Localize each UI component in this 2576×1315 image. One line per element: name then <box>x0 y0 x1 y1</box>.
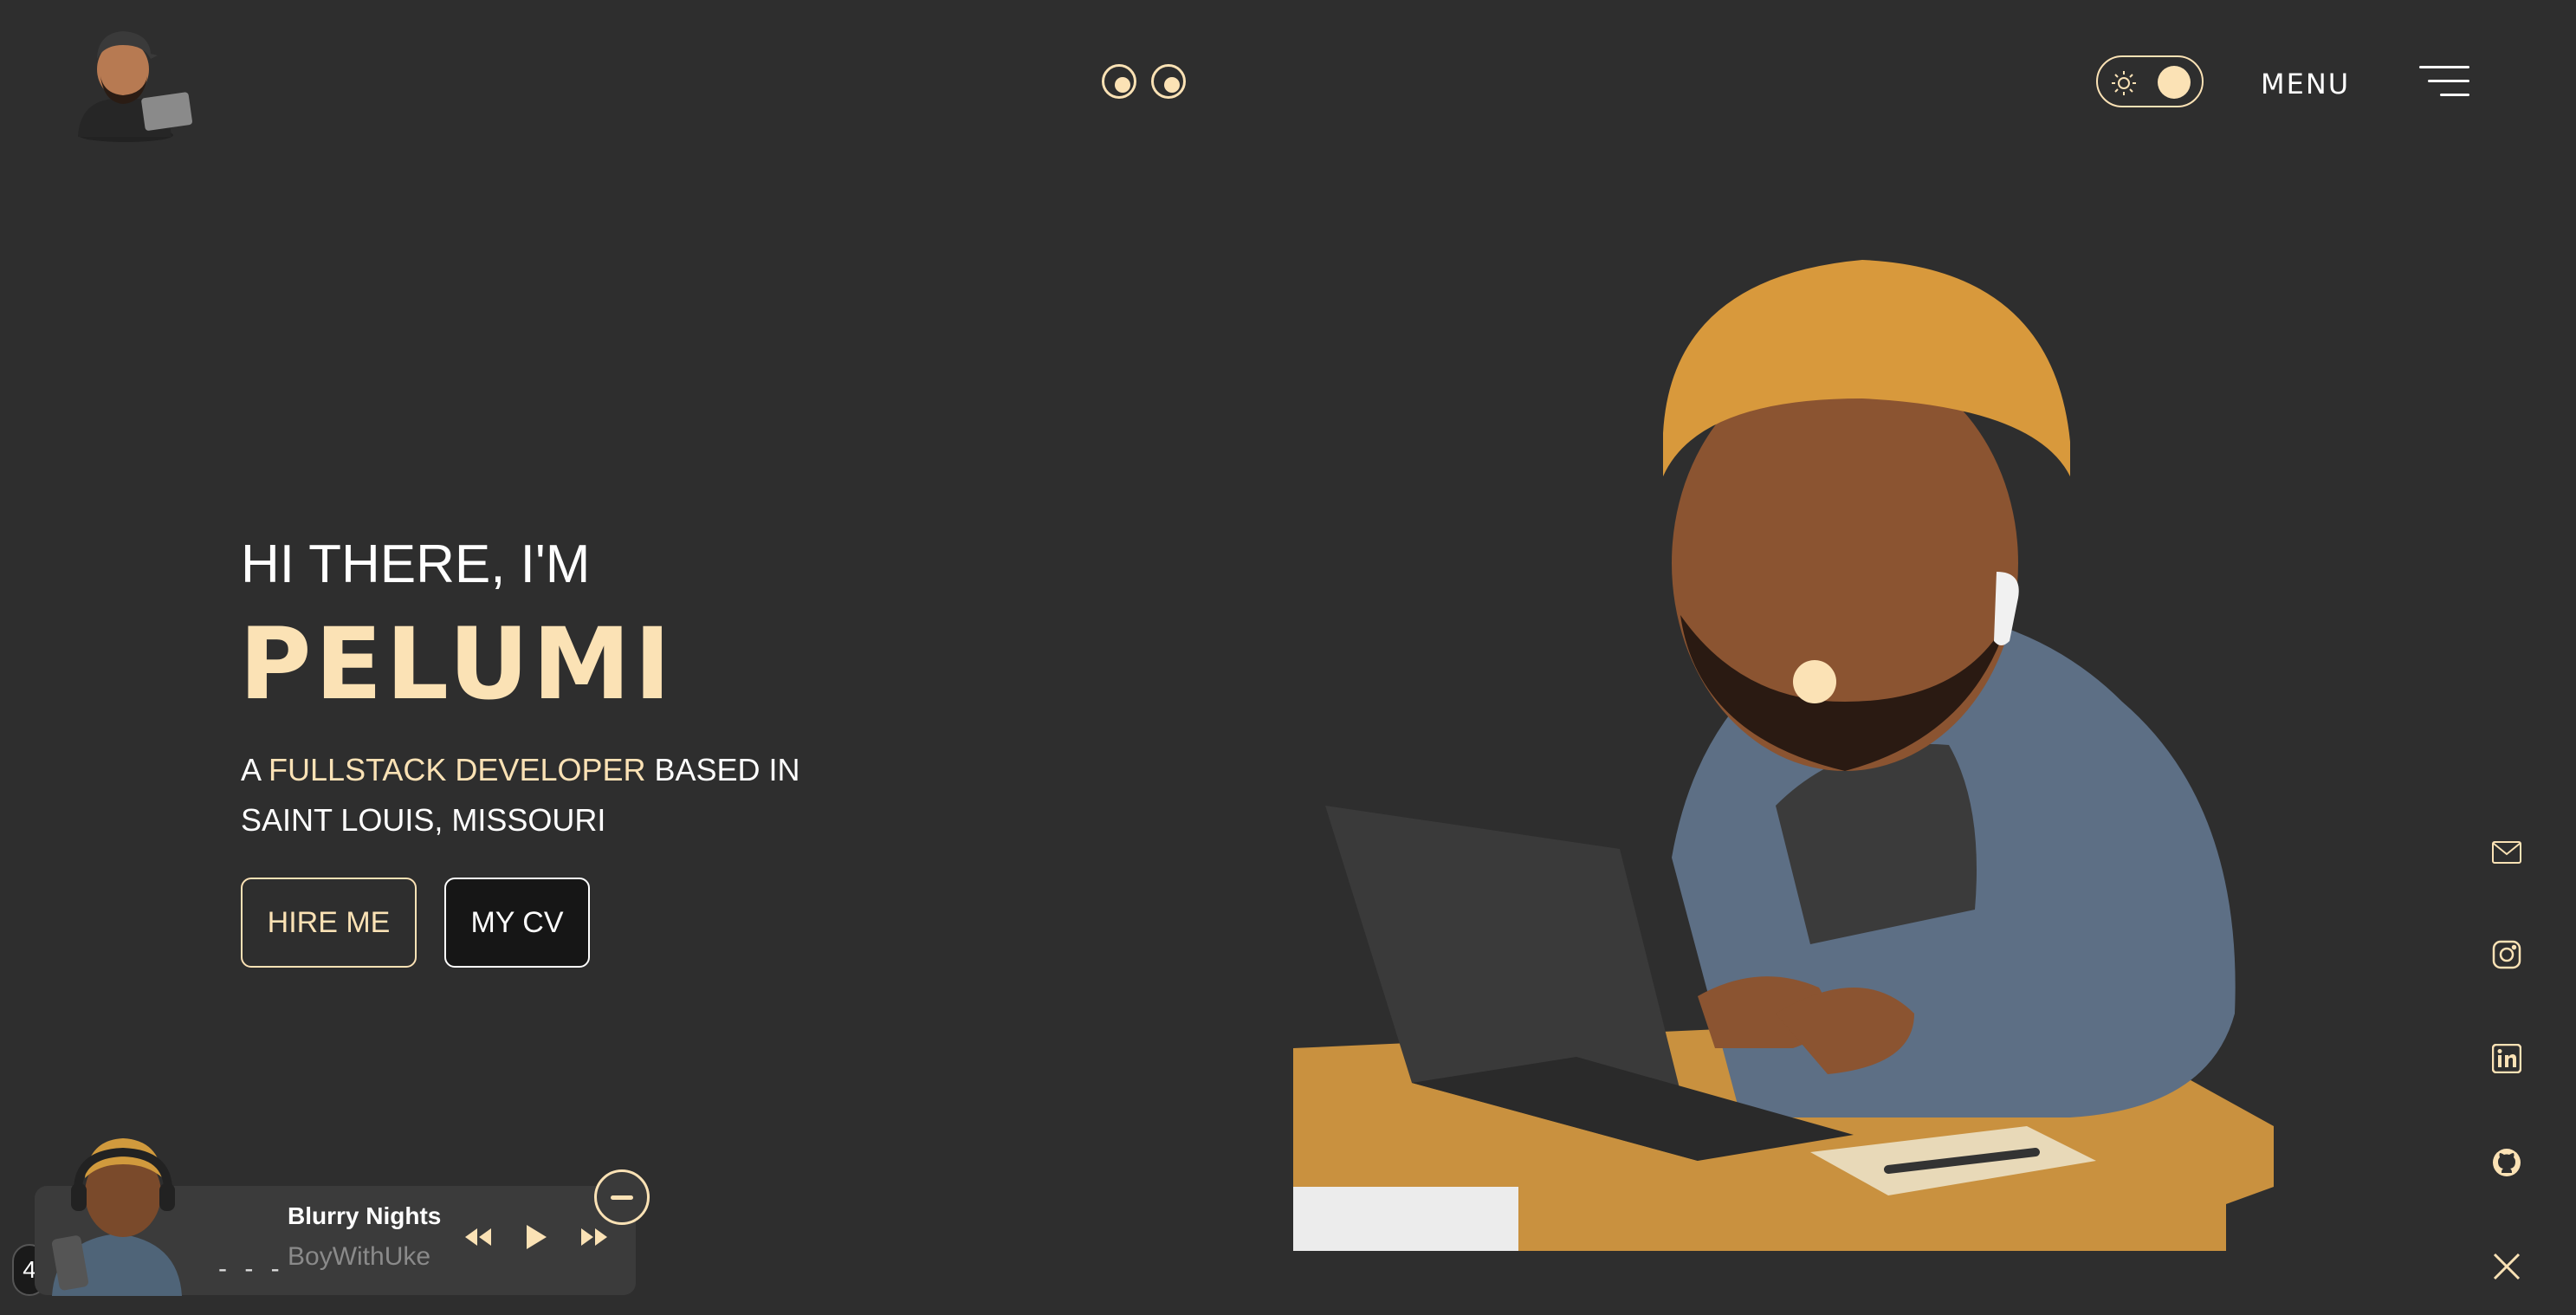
collapse-player-button[interactable] <box>594 1169 650 1225</box>
rewind-icon[interactable] <box>459 1218 497 1256</box>
player-avatar <box>43 1128 191 1296</box>
linkedin-icon[interactable] <box>2486 1038 2527 1079</box>
x-icon[interactable] <box>2486 1246 2527 1287</box>
right-eye-icon <box>1151 64 1186 99</box>
toggle-knob <box>2158 66 2191 99</box>
cursor-follower-dot <box>1793 660 1836 703</box>
github-icon[interactable] <box>2486 1142 2527 1183</box>
fast-forward-icon[interactable] <box>575 1218 613 1256</box>
theme-toggle[interactable] <box>2096 55 2204 107</box>
menu-button-label[interactable]: MENU <box>2261 68 2350 100</box>
progress-placeholder: - - - <box>218 1254 285 1283</box>
left-eye-icon <box>1102 64 1136 99</box>
hire-me-button[interactable]: HIRE ME <box>241 878 417 968</box>
track-title: Blurry Nights <box>288 1202 442 1229</box>
tagline-prefix: A <box>241 752 269 787</box>
hero-tagline: A FULLSTACK DEVELOPER BASED IN SAINT LOU… <box>241 745 847 845</box>
sun-icon <box>2110 69 2138 101</box>
site-logo-avatar[interactable] <box>61 16 195 146</box>
play-icon[interactable] <box>517 1218 555 1256</box>
mail-icon[interactable] <box>2486 832 2527 873</box>
minus-icon <box>611 1195 633 1200</box>
cursor-eyes <box>1102 64 1186 99</box>
hamburger-menu-icon[interactable] <box>2419 66 2469 99</box>
instagram-icon[interactable] <box>2486 934 2527 975</box>
my-cv-button[interactable]: MY CV <box>444 878 590 968</box>
tagline-highlight: FULLSTACK DEVELOPER <box>269 752 646 787</box>
track-artist: BoyWithUke <box>288 1242 431 1271</box>
hero-avatar-illustration <box>1291 251 2278 1251</box>
hero-name: PELUMI <box>239 606 675 722</box>
hero-greeting: HI THERE, I'M <box>241 534 591 594</box>
